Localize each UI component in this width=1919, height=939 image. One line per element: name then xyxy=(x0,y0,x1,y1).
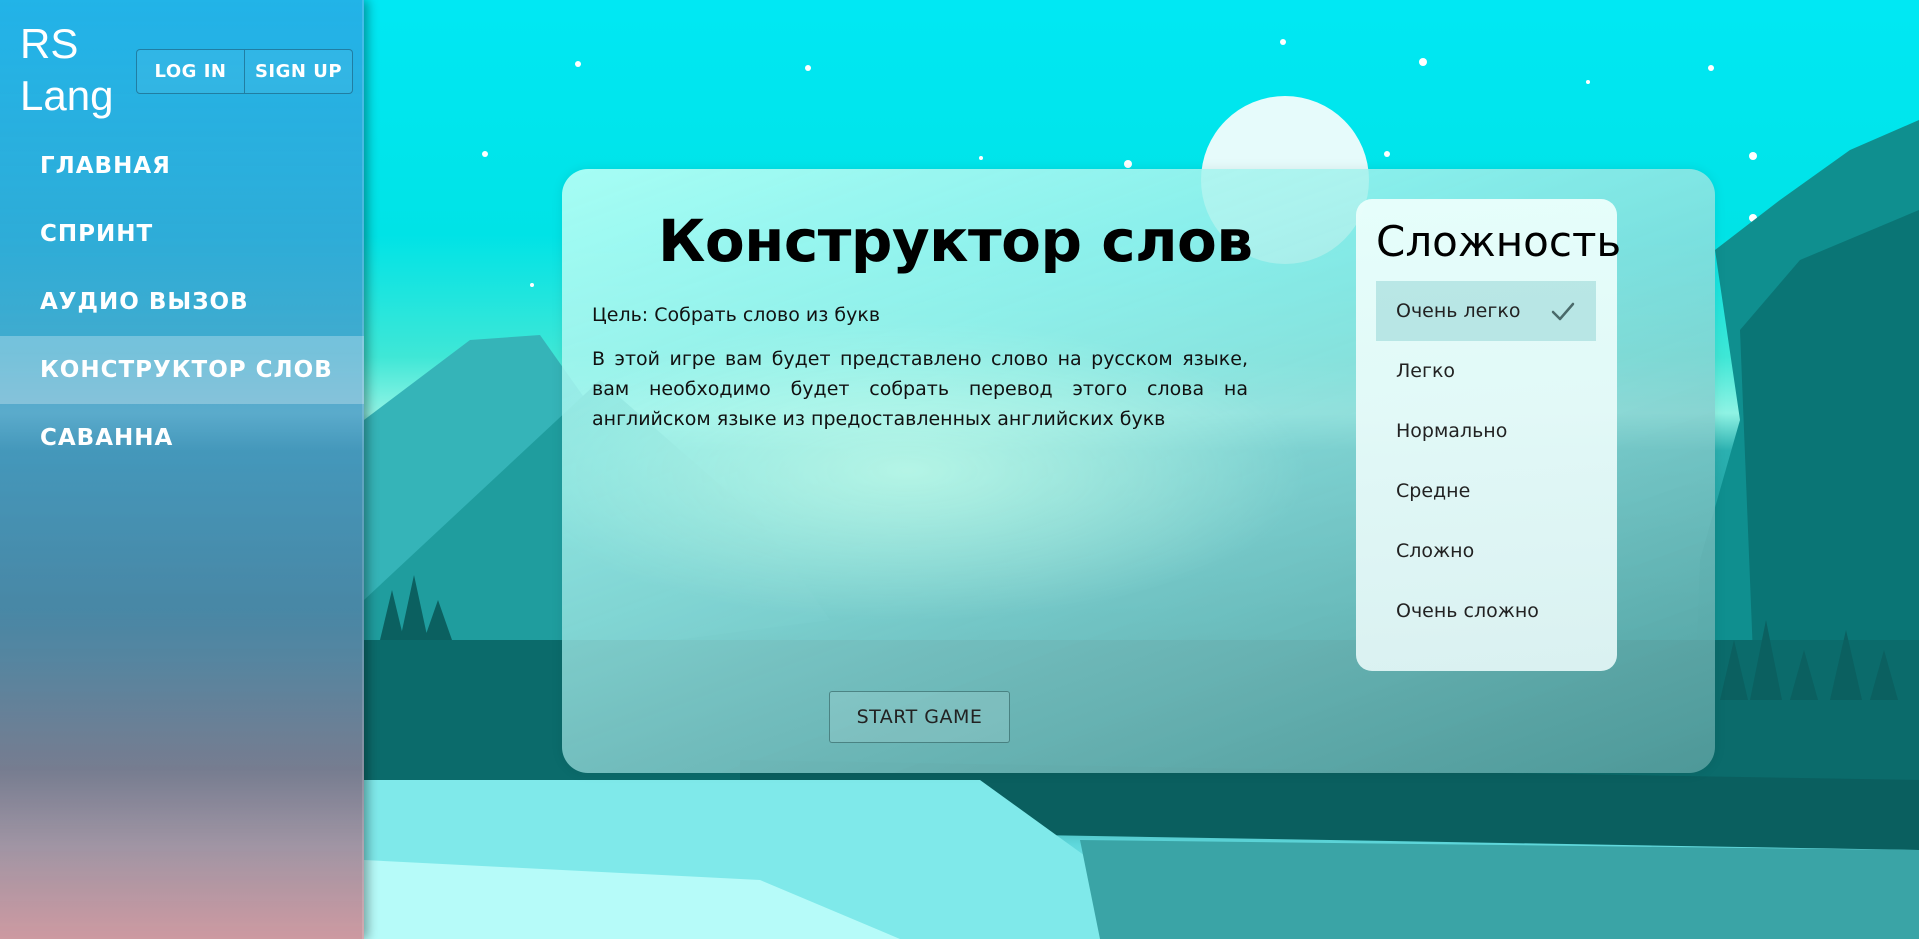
nav-item-word-constructor[interactable]: КОНСТРУКТОР СЛОВ xyxy=(0,336,364,404)
difficulty-option-medium[interactable]: Средне xyxy=(1376,461,1596,521)
main-nav: ГЛАВНАЯ СПРИНТ АУДИО ВЫЗОВ КОНСТРУКТОР С… xyxy=(0,132,364,472)
difficulty-option-label: Сложно xyxy=(1396,540,1475,562)
signup-button[interactable]: SIGN UP xyxy=(244,50,352,93)
nav-item-home[interactable]: ГЛАВНАЯ xyxy=(0,132,364,200)
difficulty-option-hard[interactable]: Сложно xyxy=(1376,521,1596,581)
difficulty-option-easy[interactable]: Легко xyxy=(1376,341,1596,401)
game-title: Конструктор слов xyxy=(658,207,1253,275)
difficulty-option-label: Средне xyxy=(1396,480,1471,502)
difficulty-option-normal[interactable]: Нормально xyxy=(1376,401,1596,461)
nav-item-sprint[interactable]: СПРИНТ xyxy=(0,200,364,268)
game-card: Конструктор слов Цель: Собрать слово из … xyxy=(562,169,1715,773)
difficulty-option-label: Очень легко xyxy=(1396,300,1521,322)
app-logo[interactable]: RS Lang xyxy=(20,18,120,122)
difficulty-option-very-easy[interactable]: Очень легко xyxy=(1376,281,1596,341)
sidebar: RS Lang LOG IN SIGN UP ГЛАВНАЯ СПРИНТ АУ… xyxy=(0,0,364,939)
game-goal: Цель: Собрать слово из букв xyxy=(592,304,881,326)
difficulty-option-label: Нормально xyxy=(1396,420,1508,442)
game-description: В этой игре вам будет представлено слово… xyxy=(592,348,1248,430)
start-game-button[interactable]: START GAME xyxy=(829,691,1010,743)
difficulty-panel: Сложность Очень легко Легко Нормально Ср… xyxy=(1356,199,1621,671)
login-button[interactable]: LOG IN xyxy=(137,50,244,93)
difficulty-option-label: Легко xyxy=(1396,360,1456,382)
nav-item-savanna[interactable]: САВАННА xyxy=(0,404,364,472)
difficulty-option-very-hard[interactable]: Очень сложно xyxy=(1376,581,1596,641)
difficulty-title: Сложность xyxy=(1376,217,1622,266)
auth-buttons: LOG IN SIGN UP xyxy=(136,49,353,94)
difficulty-option-label: Очень сложно xyxy=(1396,600,1539,622)
nav-item-audio-challenge[interactable]: АУДИО ВЫЗОВ xyxy=(0,268,364,336)
difficulty-list: Очень легко Легко Нормально Средне Сложн… xyxy=(1376,281,1596,641)
logo-text: RS Lang xyxy=(20,20,114,119)
check-icon xyxy=(1551,302,1575,321)
